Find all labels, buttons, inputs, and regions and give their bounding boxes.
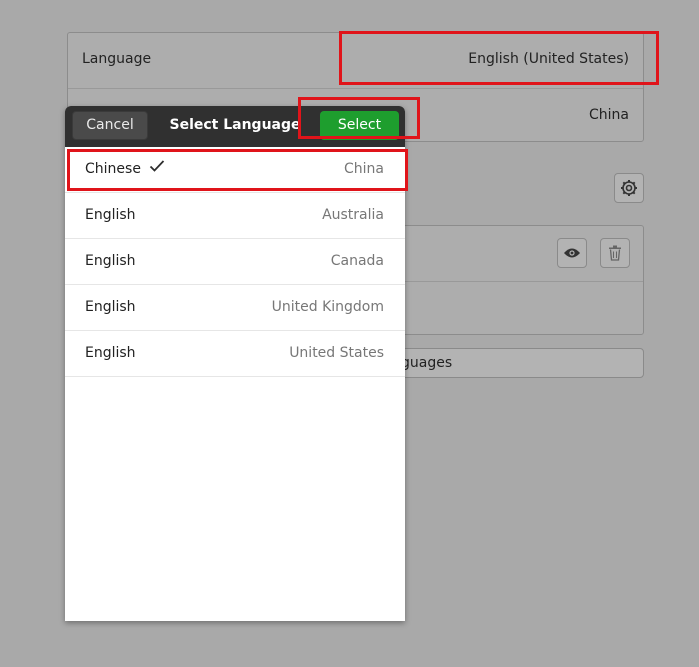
eye-icon	[564, 248, 580, 258]
manage-languages-label: guages	[401, 355, 453, 371]
select-button[interactable]: Select	[320, 111, 399, 140]
country-name: United States	[289, 345, 384, 361]
checkmark-icon	[149, 160, 165, 172]
language-value: English (United States)	[468, 51, 629, 67]
language-item-english-australia[interactable]: English Australia	[65, 193, 405, 239]
language-item-english-united-kingdom[interactable]: English United Kingdom	[65, 285, 405, 331]
gear-icon	[621, 180, 637, 196]
country-name: Canada	[330, 253, 384, 269]
trash-icon	[609, 245, 621, 261]
language-name: English	[85, 345, 136, 361]
language-item-chinese-china[interactable]: Chinese China	[65, 147, 405, 193]
manage-languages-button[interactable]: guages	[380, 348, 644, 378]
language-name: English	[85, 253, 136, 269]
language-name: English	[85, 207, 136, 223]
language-name: English	[85, 299, 136, 315]
language-list: Chinese China English Australia English …	[65, 147, 405, 377]
country-name: China	[344, 161, 384, 177]
language-row[interactable]: Language English (United States)	[68, 33, 643, 87]
select-language-dialog: Cancel Select Language Select Chinese Ch…	[65, 106, 405, 621]
language-item-english-united-states[interactable]: English United States	[65, 331, 405, 377]
country-name: United Kingdom	[271, 299, 384, 315]
language-item-english-canada[interactable]: English Canada	[65, 239, 405, 285]
remove-button[interactable]	[600, 238, 630, 268]
preview-button[interactable]	[557, 238, 587, 268]
language-label: Language	[82, 51, 152, 67]
formats-value: China	[589, 107, 629, 123]
cancel-button[interactable]: Cancel	[72, 111, 148, 140]
language-name: Chinese	[85, 161, 141, 177]
dialog-title: Select Language	[169, 117, 301, 133]
input-source-options-button[interactable]	[614, 173, 644, 203]
dialog-header: Cancel Select Language Select	[65, 106, 405, 147]
country-name: Australia	[322, 207, 384, 223]
